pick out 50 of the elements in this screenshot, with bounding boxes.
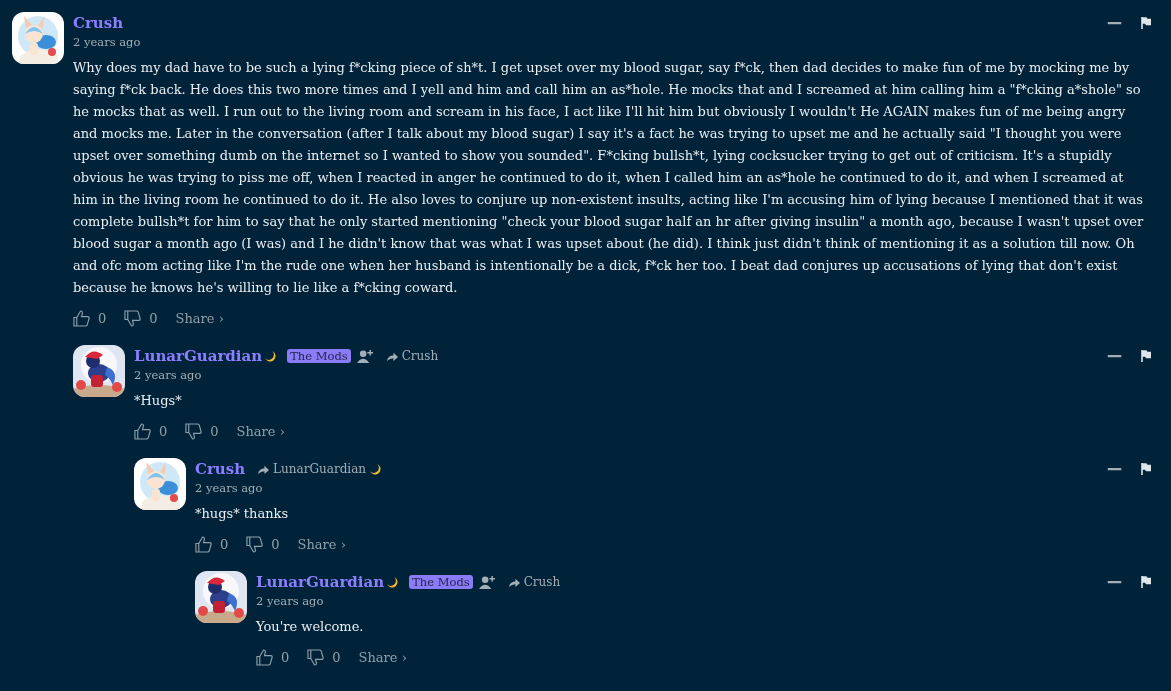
timestamp: 2 years ago bbox=[195, 481, 264, 495]
thumbs-down-icon[interactable] bbox=[124, 309, 142, 327]
collapse-icon[interactable] bbox=[1106, 21, 1123, 25]
role-badge: The Mods bbox=[287, 349, 351, 363]
reply-arrow-icon bbox=[507, 576, 521, 588]
collapse-icon[interactable] bbox=[1106, 354, 1123, 358]
reply-arrow-icon bbox=[385, 350, 399, 362]
share-button[interactable]: Share › bbox=[236, 423, 285, 439]
add-friend-icon[interactable] bbox=[478, 574, 496, 590]
author-name[interactable]: LunarGuardian bbox=[134, 347, 263, 365]
reply-to-name[interactable]: Crush bbox=[401, 349, 439, 363]
comment-text: *Hugs* bbox=[134, 392, 183, 410]
comment-text: *hugs* thanks bbox=[195, 505, 290, 523]
timestamp: 2 years ago bbox=[73, 35, 142, 49]
thumbs-up-icon[interactable] bbox=[134, 422, 151, 440]
dislike-count: 0 bbox=[332, 649, 341, 665]
timestamp: 2 years ago bbox=[256, 594, 325, 608]
collapse-icon[interactable] bbox=[1106, 580, 1123, 584]
add-friend-icon[interactable] bbox=[356, 348, 374, 364]
reply-to-name[interactable]: Crush bbox=[523, 575, 561, 589]
like-count: 0 bbox=[220, 536, 229, 552]
comment-text: You're welcome. bbox=[256, 618, 365, 636]
author-name[interactable]: LunarGuardian bbox=[256, 573, 385, 591]
dislike-count: 0 bbox=[149, 310, 158, 326]
thumbs-down-icon[interactable] bbox=[307, 648, 325, 666]
flag-icon[interactable] bbox=[1141, 576, 1151, 588]
thumbs-up-icon[interactable] bbox=[73, 309, 90, 327]
like-count: 0 bbox=[98, 310, 107, 326]
share-button[interactable]: Share › bbox=[358, 649, 407, 665]
share-button[interactable]: Share › bbox=[175, 310, 224, 326]
thumbs-up-icon[interactable] bbox=[195, 535, 212, 553]
timestamp: 2 years ago bbox=[134, 368, 203, 382]
dislike-count: 0 bbox=[210, 423, 219, 439]
role-badge: The Mods bbox=[409, 575, 473, 589]
flag-icon[interactable] bbox=[1141, 17, 1151, 29]
author-name[interactable]: Crush bbox=[195, 460, 246, 478]
collapse-icon[interactable] bbox=[1106, 467, 1123, 471]
reply-to-name[interactable]: LunarGuardian bbox=[273, 462, 367, 476]
share-button[interactable]: Share › bbox=[297, 536, 346, 552]
like-count: 0 bbox=[281, 649, 290, 665]
thumbs-up-icon[interactable] bbox=[256, 648, 273, 666]
author-name[interactable]: Crush bbox=[73, 14, 124, 32]
flag-icon[interactable] bbox=[1141, 463, 1151, 475]
dislike-count: 0 bbox=[271, 536, 280, 552]
like-count: 0 bbox=[159, 423, 168, 439]
reply-arrow-icon bbox=[257, 463, 271, 475]
thumbs-down-icon[interactable] bbox=[185, 422, 203, 440]
comment-text: Why does my dad have to be such a lying f*cking piece of sh*t. I get upset over my blood sugar, say f*ck, then dad decides to make fun of me by mocking me by saying f*ck back. He does this two more times and I yell and him and call him an as*hole. He mocks that and I screamed at him calling him a "f*cking a*shole" so he mocks that as well. I run out to the living room and scream in his face, I act like I'll hit him but obviously I wouldn't He AGAIN makes fun of me being angry and mocks me. Later in the conversation (after I talk about my blood sugar) I say it's a fact he was trying to upset me and he actually said "I thought you were upset over something dumb on the internet so I wanted to show you sounded". F*cking bullsh*t, lying cocksucker trying to get out of criticism. It's a stupidly obvious he was trying to piss me off, when I reacted in anger he continued to do it, when I called him an as*hole he continued to do it, and when I screamed at him in the living room he continued to do it. He also loves to conjure up non-existent insults, acting like I'm accusing him of lying because I mentioned that it was complete bullsh*t for him to say that he only started mentioning "check your blood sugar half an hr after giving insulin" a month ago, because I wasn't upset over blood sugar a month ago (I was) and I he didn't know that was what I was upset about (he did). I think just didn't think of mentioning it as a solution till now. Oh and ofc mom acting like I'm the rude one when her husband is intentionally be a dick, f*ck her too. I beat dad conjures up accusations of lying that don't exist because he knows he's willing to lie like a f*cking coward. bbox=[73, 59, 1145, 297]
flag-icon[interactable] bbox=[1141, 350, 1151, 362]
thumbs-down-icon[interactable] bbox=[246, 535, 264, 553]
